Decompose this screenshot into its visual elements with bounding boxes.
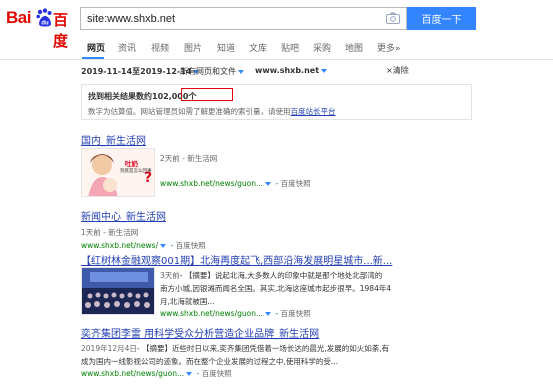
thumbnail-caption-1: 吐奶 [125, 160, 138, 168]
result-date: 3天前 [160, 271, 180, 280]
tab-zhidao[interactable]: 知道 [217, 41, 235, 54]
logo-paw-text: du [41, 21, 49, 27]
search-button[interactable]: 百度一下 [407, 7, 476, 30]
abstract-line-2: 南方小城,因银滩而闻名全国。其实,北海这座城市起步很早。1984年4 [160, 284, 392, 293]
snapshot-link[interactable]: 百度快照 [176, 241, 206, 250]
active-tab-indicator [82, 57, 104, 59]
result-body: 3天前- 【摘要】说起北海,大多数人的印象中就是那个地处北部湾的 南方小城,因银… [160, 269, 460, 319]
tab-map[interactable]: 地图 [345, 41, 363, 54]
tab-news[interactable]: 资讯 [118, 41, 136, 54]
tab-tieba[interactable]: 贴吧 [281, 41, 299, 54]
note-text: 数字为估算值。网站管理员如需了解更准确的索引量，请使用 [88, 107, 291, 116]
result-url-line: www.shxb.net/news/guon... - 百度快照 [160, 179, 311, 188]
result-thumbnail[interactable] [81, 267, 155, 315]
result-count-box: 找到相关结果数约102,000个 数字为估算值。网站管理员如需了解更准确的索引量… [81, 84, 472, 120]
result-url-line: www.shxb.net/news/ - 百度快照 [81, 241, 206, 250]
chevron-down-icon[interactable] [160, 244, 167, 248]
search-result: 【红树林金融观察001期】北海再度起飞,西部沿海发展明星城市...新... [81, 252, 392, 267]
search-box [80, 7, 407, 30]
result-title-link[interactable]: 【红树林金融观察001期】北海再度起飞,西部沿海发展明星城市...新... [81, 252, 392, 267]
result-url-line: www.shxb.net/news/guon... - 百度快照 [81, 369, 232, 378]
tab-purchase[interactable]: 采购 [313, 41, 331, 54]
highlight-box [181, 88, 233, 101]
baidu-logo[interactable]: Bai du 百度 [6, 6, 76, 50]
search-result: 新闻中心_新生活网 1天前 - 新生活网 www.shxb.net/news/ … [81, 208, 206, 251]
snapshot-link[interactable]: 百度快照 [281, 309, 311, 318]
filter-type-label: 所有网页和文件 [180, 67, 236, 76]
result-count-note: 数字为估算值。网站管理员如需了解更准确的索引量，请使用百度站长平台 [88, 106, 336, 117]
paw-icon: du [36, 8, 52, 27]
result-meta: 2天前 - 新生活网 www.shxb.net/news/guon... - 百… [160, 153, 311, 189]
camera-icon[interactable] [386, 12, 400, 24]
webmaster-link[interactable]: 百度站长平台 [291, 107, 336, 116]
result-url: www.shxb.net/news/guon... [160, 179, 264, 188]
tab-images[interactable]: 图片 [184, 41, 202, 54]
result-count-prefix: 找到相关结果数约 [88, 92, 152, 101]
thumbnail-caption-2: 到底是怎么回事 [120, 169, 152, 174]
result-date-source: 2天前 - 新生活网 [160, 154, 218, 163]
result-abstract: 2019年12月4日- 【摘要】近些时日以来,奕齐集团凭借着一场长达的晨光,发展… [81, 342, 481, 355]
abstract-line-1: - 【摘要】说起北海,大多数人的印象中就是那个地处北部湾的 [179, 271, 383, 280]
result-date-source: 1天前 - 新生活网 [81, 228, 139, 237]
result-title-link[interactable]: 奕齐集团李雷 用科学受众分析营造企业品牌_新生活网 [81, 325, 481, 340]
result-url: www.shxb.net/news/guon... [81, 369, 185, 378]
chevron-down-icon [238, 69, 244, 74]
abstract-line-2: 成为国内一线影视公司的迹象。而在整个企业发展的过程之中,使用科学的受... [81, 357, 339, 366]
result-url: www.shxb.net/news/guon... [160, 309, 264, 318]
tab-web[interactable]: 网页 [87, 41, 105, 54]
search-result: 国内_新生活网 [81, 132, 146, 147]
result-title-link[interactable]: 新闻中心_新生活网 [81, 208, 206, 223]
search-result: 奕齐集团李雷 用科学受众分析营造企业品牌_新生活网 2019年12月4日- 【摘… [81, 325, 481, 379]
search-filters: 2019-11-14至2019-12-14 所有网页和文件 www.shxb.n… [0, 60, 553, 80]
tab-video[interactable]: 视频 [151, 41, 169, 54]
tab-wenku[interactable]: 文库 [249, 41, 267, 54]
conference-photo [82, 268, 154, 314]
result-thumbnail[interactable]: ? 吐奶 到底是怎么回事 [81, 148, 155, 197]
result-url-line: www.shxb.net/news/guon... - 百度快照 [160, 309, 311, 318]
filter-type[interactable]: 所有网页和文件 [180, 66, 246, 77]
filter-site[interactable]: www.shxb.net [255, 66, 329, 75]
chevron-down-icon[interactable] [186, 372, 193, 376]
abstract-line-3: 月,北海就被国... [160, 297, 215, 306]
chevron-down-icon [321, 68, 328, 73]
clear-filters-button[interactable]: ×清除 [386, 65, 409, 76]
header: Bai du 百度 百度一下 [0, 0, 553, 50]
result-url: www.shxb.net/news/ [81, 241, 159, 250]
result-abstract: 3天前- 【摘要】说起北海,大多数人的印象中就是那个地处北部湾的 [160, 269, 460, 282]
tab-more[interactable]: 更多» [377, 41, 401, 54]
search-tabs: 网页 资讯 视频 图片 知道 文库 贴吧 采购 地图 更多» [0, 36, 553, 60]
chevron-down-icon[interactable] [265, 312, 272, 316]
snapshot-link[interactable]: 百度快照 [202, 369, 232, 378]
result-title-link[interactable]: 国内_新生活网 [81, 132, 146, 147]
search-input[interactable] [81, 8, 381, 29]
filter-site-label: www.shxb.net [255, 66, 320, 75]
chevron-down-icon[interactable] [265, 182, 272, 186]
filter-date-label: 2019-11-14至2019-12-14 [81, 67, 192, 76]
snapshot-link[interactable]: 百度快照 [281, 179, 311, 188]
result-date: 2019年12月4日 [81, 344, 137, 353]
abstract-line-1: - 【摘要】近些时日以来,奕齐集团凭借着一场长达的晨光,发展的如火如荼,有 [136, 344, 390, 353]
logo-text-bai: Bai [6, 8, 31, 27]
